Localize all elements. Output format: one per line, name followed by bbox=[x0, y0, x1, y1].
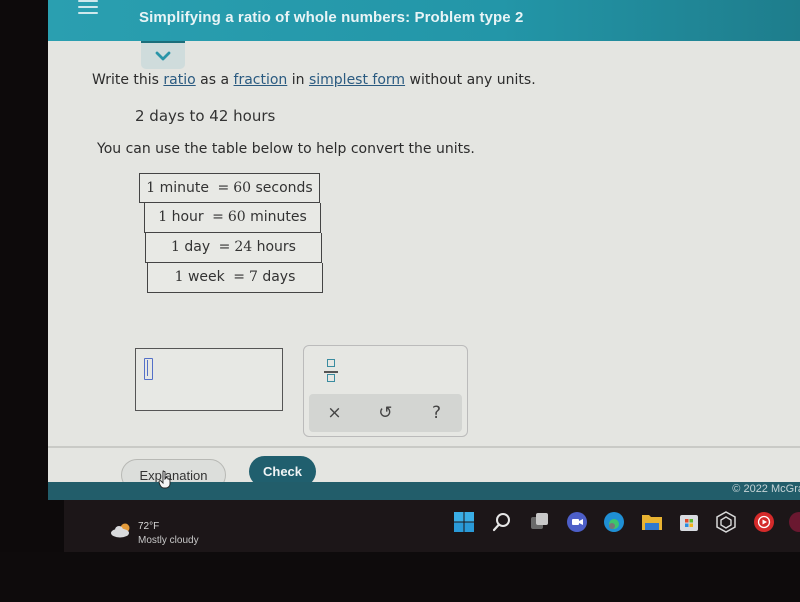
instruction-text: as a bbox=[195, 72, 234, 88]
right-unit: seconds bbox=[255, 180, 313, 196]
text-cursor-icon bbox=[144, 358, 153, 380]
right-number: 60 bbox=[227, 209, 246, 225]
keypad-action-bar: × ↺ ? bbox=[309, 394, 462, 432]
search-icon[interactable] bbox=[491, 511, 513, 533]
help-button[interactable]: ? bbox=[422, 403, 452, 423]
right-unit: hours bbox=[256, 239, 296, 255]
ratio-link[interactable]: ratio bbox=[163, 72, 195, 88]
simplest-form-link[interactable]: simplest form bbox=[309, 72, 405, 88]
right-number: 24 bbox=[234, 239, 253, 255]
left-unit: hour bbox=[171, 209, 204, 225]
microsoft-store-icon[interactable] bbox=[678, 511, 700, 533]
conversion-table: 1 minute = 60 seconds 1 hour = 60 minutes … bbox=[139, 173, 323, 293]
equals-sign: = bbox=[212, 209, 224, 225]
left-number: 1 bbox=[158, 209, 168, 225]
left-unit: day bbox=[184, 239, 211, 255]
left-number: 1 bbox=[171, 239, 180, 255]
table-row: 1 minute = 60 seconds bbox=[139, 173, 320, 203]
divider bbox=[48, 446, 800, 448]
table-row: 1 day = 24 hours bbox=[145, 233, 322, 263]
instruction-text: without any units. bbox=[405, 72, 536, 88]
teams-chat-icon[interactable] bbox=[566, 511, 588, 533]
undo-button[interactable]: ↺ bbox=[371, 403, 401, 423]
equals-sign: = bbox=[218, 239, 231, 255]
table-row: 1 week = 7 days bbox=[147, 263, 323, 293]
equals-sign: = bbox=[233, 269, 245, 285]
right-number: 7 bbox=[248, 269, 258, 285]
left-unit: minute bbox=[159, 180, 210, 196]
fraction-button[interactable] bbox=[324, 359, 340, 385]
file-explorer-icon[interactable] bbox=[641, 511, 663, 533]
instruction-text: Write this bbox=[92, 72, 164, 88]
clear-button[interactable]: × bbox=[320, 403, 350, 423]
weather-description: Mostly cloudy bbox=[138, 535, 199, 546]
cloudy-weather-icon[interactable] bbox=[110, 522, 132, 538]
windows-taskbar: 72°F Mostly cloudy bbox=[64, 500, 800, 552]
right-number: 60 bbox=[233, 180, 252, 196]
edge-browser-icon[interactable] bbox=[603, 511, 625, 533]
equals-sign: = bbox=[217, 180, 230, 196]
windows-start-icon[interactable] bbox=[453, 511, 475, 533]
ratio-expression: 2 days to 42 hours bbox=[135, 107, 276, 125]
app-icon[interactable] bbox=[788, 511, 800, 533]
weather-temperature: 72°F bbox=[138, 521, 160, 532]
page-title: Simplifying a ratio of whole numbers: Pr… bbox=[139, 9, 524, 26]
fraction-link[interactable]: fraction bbox=[234, 72, 288, 88]
chevron-down-icon bbox=[155, 51, 171, 61]
left-number: 1 bbox=[146, 180, 156, 196]
copyright-text: © 2022 McGra bbox=[732, 483, 800, 495]
answer-input[interactable] bbox=[135, 348, 283, 411]
collapse-toggle-button[interactable] bbox=[141, 41, 185, 69]
task-view-icon[interactable] bbox=[529, 511, 551, 533]
right-unit: days bbox=[262, 269, 296, 285]
problem-instruction: Write this ratio as a fraction in simple… bbox=[92, 72, 536, 88]
youtube-music-icon[interactable] bbox=[753, 511, 775, 533]
left-number: 1 bbox=[174, 269, 184, 285]
left-unit: week bbox=[187, 269, 225, 285]
right-unit: minutes bbox=[250, 209, 307, 225]
math-keypad: × ↺ ? bbox=[303, 345, 468, 437]
browser-screen: Simplifying a ratio of whole numbers: Pr… bbox=[48, 0, 800, 500]
header-bar: Simplifying a ratio of whole numbers: Pr… bbox=[48, 0, 800, 41]
helper-text: You can use the table below to help conv… bbox=[97, 141, 475, 157]
cube-app-icon[interactable] bbox=[715, 511, 737, 533]
hand-pointer-icon bbox=[158, 471, 171, 489]
screen-bezel bbox=[0, 552, 800, 602]
instruction-text: in bbox=[287, 72, 309, 88]
table-row: 1 hour = 60 minutes bbox=[144, 203, 321, 233]
hamburger-icon[interactable] bbox=[78, 0, 98, 16]
